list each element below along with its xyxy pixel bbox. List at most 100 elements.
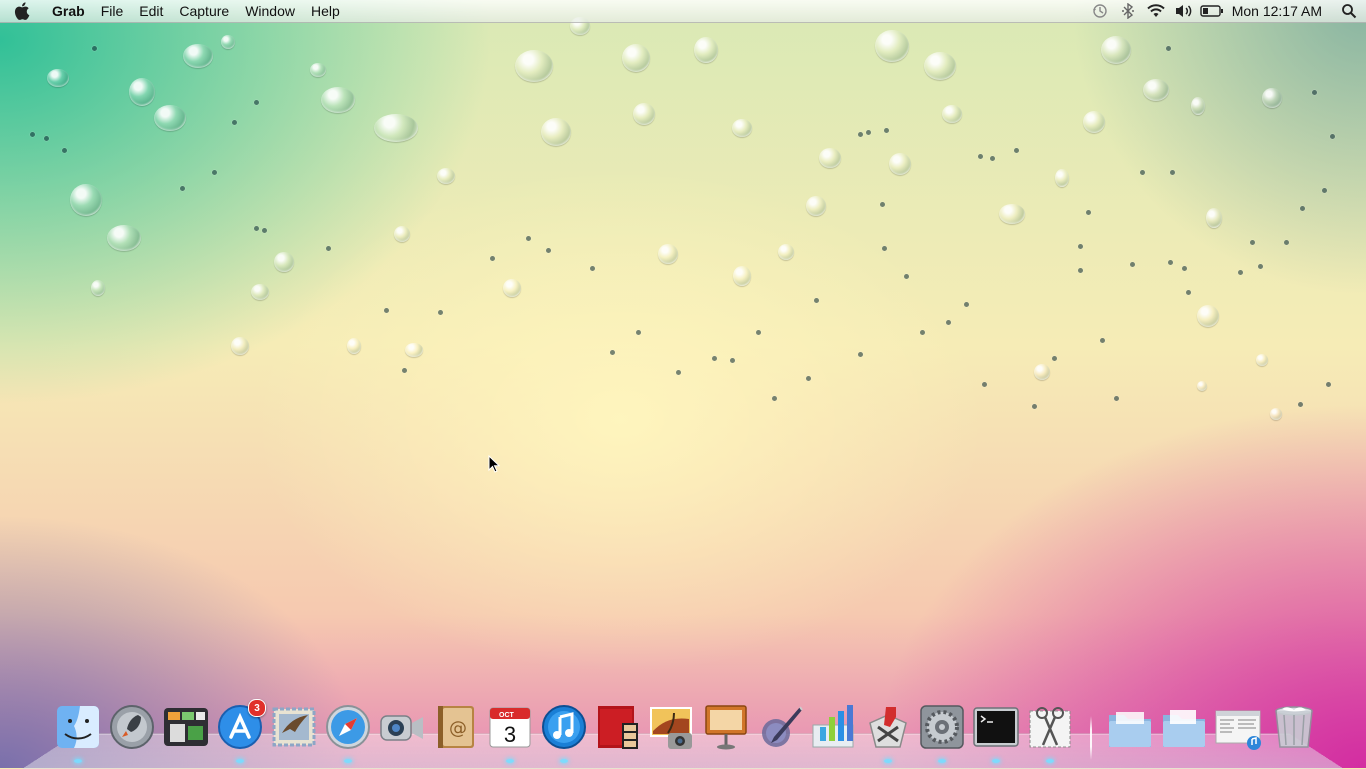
downloads-stack-icon [1215, 710, 1261, 750]
dock-trash[interactable] [1270, 703, 1318, 751]
water-droplet [180, 186, 185, 191]
dock-facetime[interactable] [378, 703, 426, 751]
water-droplet [884, 128, 889, 133]
finder-icon [57, 706, 99, 748]
water-droplet [183, 44, 213, 68]
water-droplet [310, 63, 326, 77]
dock-applications-folder[interactable] [1106, 703, 1154, 751]
menu-help[interactable]: Help [303, 0, 348, 22]
water-droplet [91, 280, 105, 296]
water-droplet [526, 236, 531, 241]
spotlight-search-icon[interactable] [1332, 0, 1366, 22]
water-droplet [1143, 79, 1169, 101]
water-droplet [1206, 208, 1222, 228]
water-droplet [274, 252, 294, 272]
mission-control-icon [164, 708, 208, 746]
water-droplet [772, 396, 777, 401]
water-droplet [1055, 169, 1069, 187]
dock-mission-control[interactable] [162, 703, 210, 751]
water-droplet [47, 69, 69, 87]
time-machine-icon[interactable] [1086, 0, 1114, 22]
water-droplet [231, 337, 249, 355]
volume-icon[interactable] [1170, 0, 1198, 22]
water-droplet [730, 358, 735, 363]
launchpad-icon [110, 705, 154, 749]
menu-edit[interactable]: Edit [131, 0, 171, 22]
water-droplet [154, 105, 186, 131]
water-droplet [70, 184, 102, 216]
dock-itunes[interactable] [540, 703, 588, 751]
water-droplet [1312, 90, 1317, 95]
dock-iphoto[interactable] [648, 703, 696, 751]
battery-icon[interactable] [1198, 0, 1226, 22]
dock-keynote[interactable] [702, 703, 750, 751]
water-droplet [1166, 46, 1171, 51]
menu-capture[interactable]: Capture [171, 0, 237, 22]
menu-file[interactable]: File [93, 0, 132, 22]
dock-grab[interactable] [1026, 703, 1074, 751]
dock-script-editor[interactable] [756, 703, 804, 751]
bluetooth-icon[interactable] [1114, 0, 1142, 22]
water-droplet [610, 350, 615, 355]
water-droplet [394, 226, 410, 242]
xcode-icon [869, 707, 907, 748]
water-droplet [384, 308, 389, 313]
dock-finder[interactable] [54, 703, 102, 751]
dock-ical[interactable]: OCT 3 [486, 703, 534, 751]
water-droplet [232, 120, 237, 125]
facetime-icon [380, 715, 423, 741]
apple-logo-icon[interactable] [0, 0, 44, 22]
dock-downloads-stack[interactable] [1214, 703, 1262, 751]
mail-icon [272, 707, 316, 747]
water-droplet [904, 274, 909, 279]
grab-icon [1029, 707, 1071, 748]
app-store-badge: 3 [248, 699, 266, 717]
water-droplet [712, 356, 717, 361]
water-droplet [44, 136, 49, 141]
keynote-icon [705, 705, 747, 750]
water-droplet [978, 154, 983, 159]
dock-safari[interactable] [324, 703, 372, 751]
dock-mail[interactable] [270, 703, 318, 751]
iphoto-icon [650, 707, 692, 749]
dock-numbers[interactable] [810, 703, 858, 751]
water-droplet [254, 100, 259, 105]
wifi-icon[interactable] [1142, 0, 1170, 22]
water-droplet [262, 228, 267, 233]
water-droplet [1262, 88, 1282, 108]
menu-app-name[interactable]: Grab [44, 0, 93, 22]
menu-bar: Grab File Edit Capture Window Help Mon 1… [0, 0, 1366, 23]
water-droplet [30, 132, 35, 137]
dock-terminal[interactable] [972, 703, 1020, 751]
water-droplet [999, 204, 1025, 224]
water-droplet [1078, 268, 1083, 273]
water-droplet [438, 310, 443, 315]
dock-xcode[interactable] [864, 703, 912, 751]
water-droplet [326, 246, 331, 251]
water-droplet [1270, 408, 1282, 420]
water-droplet [866, 130, 871, 135]
water-droplet [1032, 404, 1037, 409]
water-droplet [107, 225, 141, 251]
dock-launchpad[interactable] [108, 703, 156, 751]
water-droplet [778, 244, 794, 260]
water-droplet [875, 30, 909, 62]
water-droplet [636, 330, 641, 335]
menu-clock[interactable]: Mon 12:17 AM [1226, 3, 1332, 19]
water-droplet [990, 156, 995, 161]
dock-documents-folder[interactable] [1160, 703, 1208, 751]
water-droplet [806, 376, 811, 381]
water-droplet [819, 148, 841, 168]
water-droplet [402, 368, 407, 373]
svg-text:@: @ [449, 718, 467, 739]
water-droplet [1086, 210, 1091, 215]
dock-system-preferences[interactable] [918, 703, 966, 751]
dock-address-book[interactable]: @ [432, 703, 480, 751]
water-droplet [622, 44, 650, 72]
water-droplet [694, 37, 718, 63]
menu-window[interactable]: Window [237, 0, 303, 22]
dock-photo-booth[interactable] [594, 703, 642, 751]
water-droplet [1284, 240, 1289, 245]
water-droplet [733, 266, 751, 286]
dock-app-store[interactable]: 3 [216, 699, 266, 751]
